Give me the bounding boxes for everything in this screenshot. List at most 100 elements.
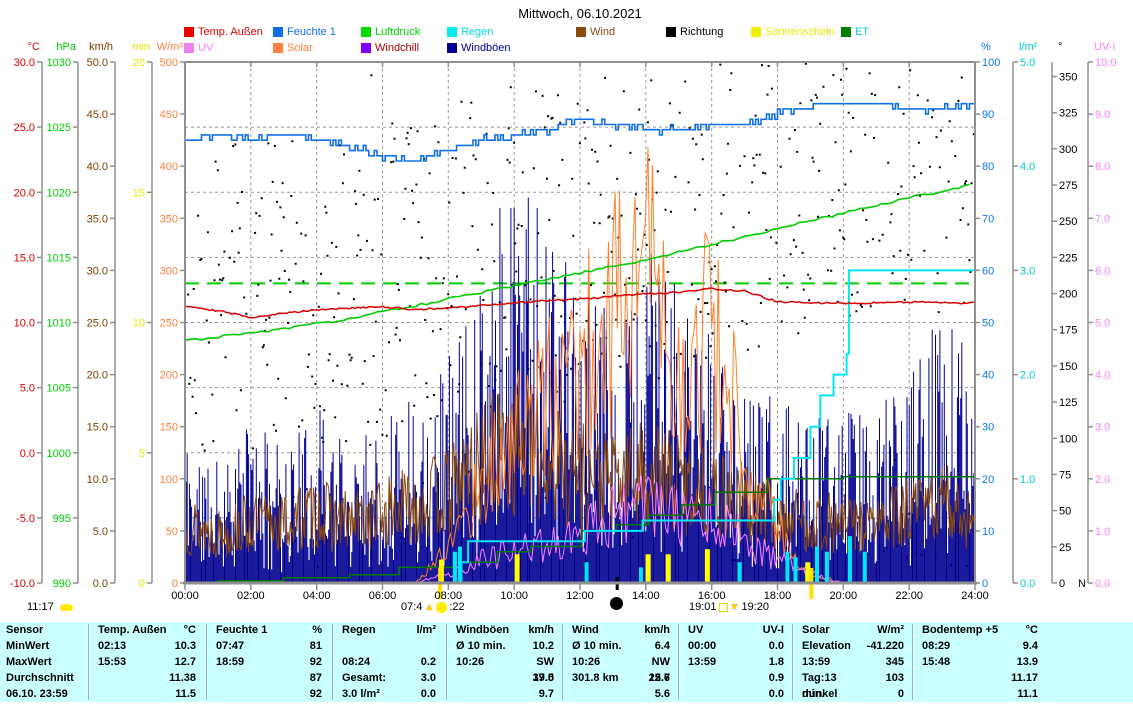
svg-text:2.0: 2.0 [1020,370,1035,382]
table-group-header: UVUV-I [682,622,790,638]
svg-text:20: 20 [133,57,145,69]
svg-text:15: 15 [133,187,145,199]
sunrise-time-suffix: :22 [449,601,464,613]
table-cell-time: Ø 10 min. [566,638,629,654]
table-cell-value: 1.8 [744,654,790,670]
table-cell-row: 0.9 [682,670,790,686]
table-group-header: Regenl/m² [336,622,442,638]
svg-text:l/m²: l/m² [1019,41,1038,53]
table-cell-time: 13:59 [796,654,861,670]
svg-text:250: 250 [1059,216,1077,228]
table-cell-value: 81 [277,638,328,654]
svg-text:10: 10 [982,526,994,538]
table-group-header: Windkm/h [566,622,676,638]
statistics-table: SensorMinWertMaxWertDurchschnitt06.10. 2… [0,622,1133,702]
svg-text:1030: 1030 [47,57,71,69]
svg-text:10.0: 10.0 [14,318,35,330]
svg-text:0: 0 [172,578,178,590]
weather-chart-page: Mittwoch, 06.10.2021 Temp. AußenFeuchte … [0,0,1133,708]
svg-text:2.0: 2.0 [1095,474,1110,486]
table-group-header: SolarW/m² [796,622,910,638]
table-group-header: Feuchte 1% [210,622,328,638]
svg-text:20:00: 20:00 [830,590,858,602]
svg-text:300: 300 [160,265,178,277]
svg-text:02:00: 02:00 [237,590,265,602]
table-cell-row [336,638,442,654]
table-cell-time: 3.0 l/m² [336,686,397,702]
table-cell-row: 11.5 [92,686,202,702]
table-cell-value: 345 [861,654,910,670]
table-cell-row: 11.17 [916,670,1044,686]
table-group-title: UV [682,622,763,638]
table-separator [912,624,913,700]
svg-text:W/m²: W/m² [157,41,184,53]
table-cell-row: 08:299.4 [916,638,1044,654]
svg-text:15.0: 15.0 [87,422,108,434]
svg-text:1025: 1025 [47,122,71,134]
table-cell-time [336,638,397,654]
svg-text:35.0: 35.0 [87,213,108,225]
table-cell-time: 02:13 [92,638,155,654]
svg-text:1000: 1000 [47,448,71,460]
table-cell-value: 0.2 [397,654,442,670]
table-cell-value: 11.1 [989,686,1044,702]
table-cell-value: 87 [277,670,328,686]
table-separator [792,624,793,700]
table-cell-row: 08:240.2 [336,654,442,670]
svg-text:30: 30 [982,422,994,434]
svg-text:20.0: 20.0 [87,370,108,382]
table-cell-time [566,686,629,702]
table-separator [446,624,447,700]
table-cell-time: Elevation [796,638,861,654]
table-cell-row: 87 [210,670,328,686]
chart-area: °C-10.0-5.00.05.010.015.020.025.030.0hPa… [0,0,1133,620]
table-group-title: Regen [336,622,416,638]
table-cell-row: 0.0 [682,686,790,702]
table-group-title: Wind [566,622,644,638]
table-cell-value: 6.4 [629,638,676,654]
table-cell-value: 11.5 [155,686,202,702]
table-group-unit: % [312,622,328,638]
table-cell-time [682,686,744,702]
table-cell-value: 92 [277,686,328,702]
svg-text:125: 125 [1059,397,1077,409]
svg-text:min: min [132,41,150,53]
svg-text:150: 150 [1059,361,1077,373]
sunrise-time: 07:4 [401,601,422,613]
sunrise-arrow-icon: ▲ [424,602,434,613]
table-cell-row: 9.7 [450,686,560,702]
svg-text:5.0: 5.0 [1020,57,1035,69]
table-cell-value: 11.38 [155,670,202,686]
sunset-arrow-icon: ▼ [730,602,740,613]
table-group-wind: Windkm/hØ 10 min.6.410:26NW 25.7301.8 km… [566,622,676,702]
table-cell-value: 92 [277,654,328,670]
table-cell-row: 10:26SW 37.0 [450,654,560,670]
table-separator [678,624,679,700]
svg-text:100: 100 [1059,433,1077,445]
table-cell-row: 92 [210,686,328,702]
table-group-unit: UV-I [763,622,790,638]
svg-text:°C: °C [28,41,40,53]
svg-text:350: 350 [160,213,178,225]
series-luftdruck [185,184,970,340]
table-group-unit: km/h [644,622,676,638]
table-cell-value: 12.6 [629,670,676,686]
svg-text:275: 275 [1059,180,1077,192]
table-group-windb-en: Windböenkm/hØ 10 min.10.210:26SW 37.019.… [450,622,560,702]
table-cell-row: 301.8 km12.6 [566,670,676,686]
table-cell-row: 3.0 l/m²0.0 [336,686,442,702]
table-cell-row: 13:591.8 [682,654,790,670]
table-row-label: Durchschnitt [6,670,86,686]
table-cell-row: 15:5312.7 [92,654,202,670]
svg-text:0.0: 0.0 [1095,578,1110,590]
table-cell-row: Elevation-41.220 [796,638,910,654]
svg-text:km/h: km/h [89,41,113,53]
table-cell-value: NW 25.7 [629,654,676,670]
table-cell-row: Ø 10 min.10.2 [450,638,560,654]
svg-text:20: 20 [982,474,994,486]
svg-text:25: 25 [1059,542,1071,554]
svg-text:995: 995 [53,513,71,525]
svg-text:325: 325 [1059,108,1077,120]
table-cell-row: 00:000.0 [682,638,790,654]
svg-text:100: 100 [160,474,178,486]
